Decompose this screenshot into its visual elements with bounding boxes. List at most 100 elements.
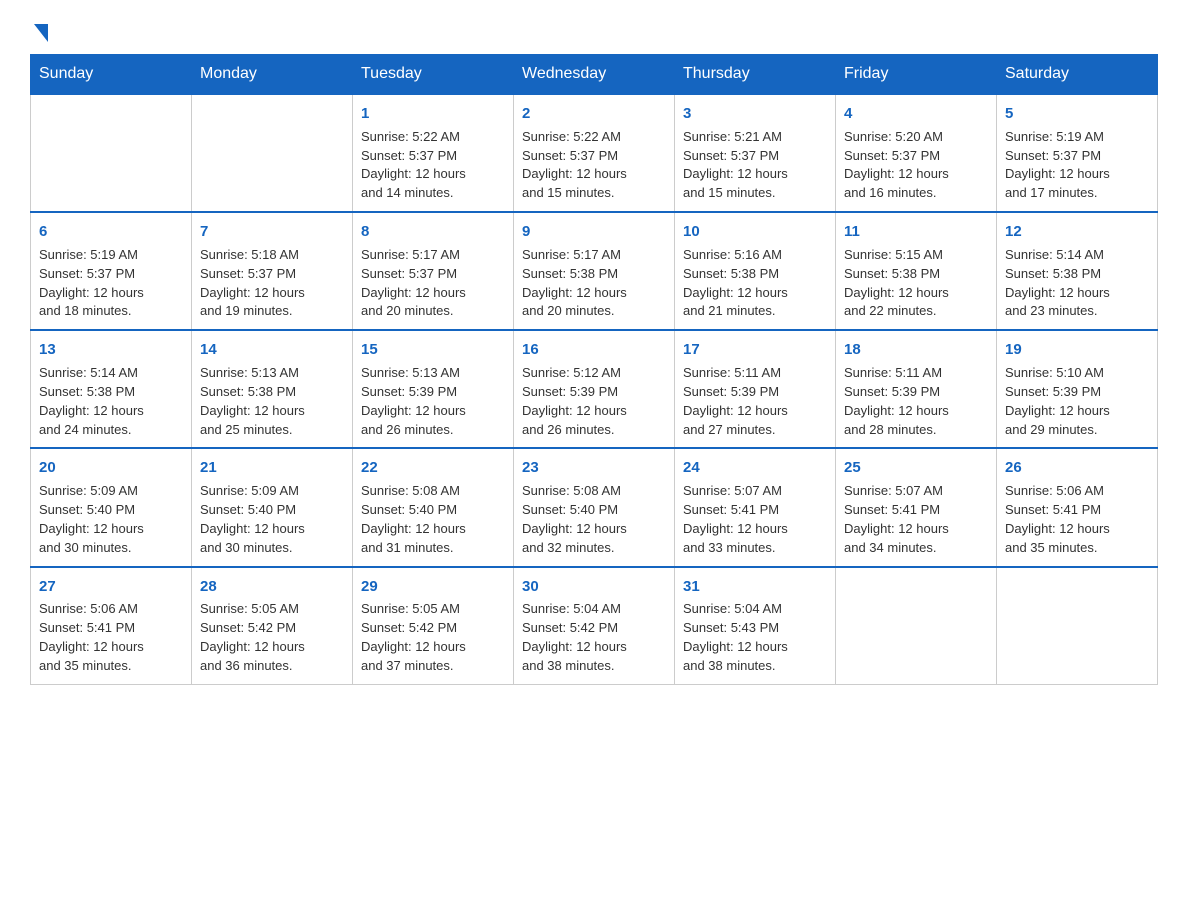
day-number: 25: [844, 457, 988, 479]
calendar-cell: 13 Sunrise: 5:14 AMSunset: 5:38 PMDayligh…: [31, 330, 192, 448]
day-info: Sunrise: 5:08 AMSunset: 5:40 PMDaylight:…: [522, 482, 666, 557]
calendar-cell: 30Sunrise: 5:04 AMSunset: 5:42 PMDayligh…: [514, 567, 675, 685]
day-number: 17: [683, 339, 827, 361]
calendar-cell: 4 Sunrise: 5:20 AMSunset: 5:37 PMDaylight…: [836, 94, 997, 212]
day-number: 12: [1005, 221, 1149, 243]
calendar-cell: 12 Sunrise: 5:14 AMSunset: 5:38 PMDayligh…: [997, 212, 1158, 330]
day-info: Sunrise: 5:11 AMSunset: 5:39 PMDaylight:…: [844, 364, 988, 439]
day-number: 19: [1005, 339, 1149, 361]
logo: [30, 20, 48, 34]
day-info: Sunrise: 5:05 AMSunset: 5:42 PMDaylight:…: [200, 600, 344, 675]
day-info: Sunrise: 5:06 AMSunset: 5:41 PMDaylight:…: [39, 600, 183, 675]
day-info: Sunrise: 5:12 AMSunset: 5:39 PMDaylight:…: [522, 364, 666, 439]
calendar-cell: [192, 94, 353, 212]
day-info: Sunrise: 5:22 AMSunset: 5:37 PMDaylight:…: [361, 128, 505, 203]
calendar-cell: 17Sunrise: 5:11 AMSunset: 5:39 PMDayligh…: [675, 330, 836, 448]
day-info: Sunrise: 5:18 AMSunset: 5:37 PMDaylight:…: [200, 246, 344, 321]
day-info: Sunrise: 5:20 AMSunset: 5:37 PMDaylight:…: [844, 128, 988, 203]
day-number: 10: [683, 221, 827, 243]
calendar-cell: 23 Sunrise: 5:08 AMSunset: 5:40 PMDayligh…: [514, 448, 675, 566]
calendar-cell: 16 Sunrise: 5:12 AMSunset: 5:39 PMDayligh…: [514, 330, 675, 448]
day-number: 23: [522, 457, 666, 479]
calendar-cell: 26Sunrise: 5:06 AMSunset: 5:41 PMDayligh…: [997, 448, 1158, 566]
day-number: 2: [522, 103, 666, 125]
page-header: [30, 20, 1158, 34]
day-number: 22: [361, 457, 505, 479]
calendar-cell: 31Sunrise: 5:04 AMSunset: 5:43 PMDayligh…: [675, 567, 836, 685]
calendar-cell: 9 Sunrise: 5:17 AMSunset: 5:38 PMDaylight…: [514, 212, 675, 330]
calendar-cell: 7 Sunrise: 5:18 AMSunset: 5:37 PMDaylight…: [192, 212, 353, 330]
day-number: 11: [844, 221, 988, 243]
day-number: 1: [361, 103, 505, 125]
header-day-sunday: Sunday: [31, 55, 192, 95]
header-day-friday: Friday: [836, 55, 997, 95]
logo-arrow-icon: [34, 24, 48, 42]
day-info: Sunrise: 5:08 AMSunset: 5:40 PMDaylight:…: [361, 482, 505, 557]
calendar-cell: 6Sunrise: 5:19 AMSunset: 5:37 PMDaylight…: [31, 212, 192, 330]
day-info: Sunrise: 5:05 AMSunset: 5:42 PMDaylight:…: [361, 600, 505, 675]
day-info: Sunrise: 5:15 AMSunset: 5:38 PMDaylight:…: [844, 246, 988, 321]
day-info: Sunrise: 5:04 AMSunset: 5:43 PMDaylight:…: [683, 600, 827, 675]
day-info: Sunrise: 5:17 AMSunset: 5:38 PMDaylight:…: [522, 246, 666, 321]
calendar-cell: 21 Sunrise: 5:09 AMSunset: 5:40 PMDayligh…: [192, 448, 353, 566]
day-info: Sunrise: 5:09 AMSunset: 5:40 PMDaylight:…: [39, 482, 183, 557]
header-day-monday: Monday: [192, 55, 353, 95]
day-info: Sunrise: 5:19 AMSunset: 5:37 PMDaylight:…: [1005, 128, 1149, 203]
day-number: 6: [39, 221, 183, 243]
day-info: Sunrise: 5:14 AMSunset: 5:38 PMDaylight:…: [1005, 246, 1149, 321]
calendar-cell: 14 Sunrise: 5:13 AMSunset: 5:38 PMDayligh…: [192, 330, 353, 448]
day-number: 21: [200, 457, 344, 479]
header-day-wednesday: Wednesday: [514, 55, 675, 95]
day-number: 20: [39, 457, 183, 479]
calendar-cell: 2 Sunrise: 5:22 AMSunset: 5:37 PMDaylight…: [514, 94, 675, 212]
day-info: Sunrise: 5:09 AMSunset: 5:40 PMDaylight:…: [200, 482, 344, 557]
day-info: Sunrise: 5:22 AMSunset: 5:37 PMDaylight:…: [522, 128, 666, 203]
calendar-cell: 19 Sunrise: 5:10 AMSunset: 5:39 PMDayligh…: [997, 330, 1158, 448]
day-number: 31: [683, 576, 827, 598]
header-day-saturday: Saturday: [997, 55, 1158, 95]
calendar-week-row: 6Sunrise: 5:19 AMSunset: 5:37 PMDaylight…: [31, 212, 1158, 330]
calendar-header-row: SundayMondayTuesdayWednesdayThursdayFrid…: [31, 55, 1158, 95]
calendar-cell: 20 Sunrise: 5:09 AMSunset: 5:40 PMDayligh…: [31, 448, 192, 566]
calendar-cell: 10 Sunrise: 5:16 AMSunset: 5:38 PMDayligh…: [675, 212, 836, 330]
day-info: Sunrise: 5:10 AMSunset: 5:39 PMDaylight:…: [1005, 364, 1149, 439]
day-number: 9: [522, 221, 666, 243]
day-number: 30: [522, 576, 666, 598]
calendar-cell: 5 Sunrise: 5:19 AMSunset: 5:37 PMDaylight…: [997, 94, 1158, 212]
day-number: 5: [1005, 103, 1149, 125]
calendar-week-row: 13 Sunrise: 5:14 AMSunset: 5:38 PMDayligh…: [31, 330, 1158, 448]
day-info: Sunrise: 5:07 AMSunset: 5:41 PMDaylight:…: [844, 482, 988, 557]
calendar-cell: [836, 567, 997, 685]
day-info: Sunrise: 5:04 AMSunset: 5:42 PMDaylight:…: [522, 600, 666, 675]
calendar-cell: 29Sunrise: 5:05 AMSunset: 5:42 PMDayligh…: [353, 567, 514, 685]
calendar-week-row: 20 Sunrise: 5:09 AMSunset: 5:40 PMDayligh…: [31, 448, 1158, 566]
calendar-cell: 22 Sunrise: 5:08 AMSunset: 5:40 PMDayligh…: [353, 448, 514, 566]
day-number: 24: [683, 457, 827, 479]
calendar-cell: 18 Sunrise: 5:11 AMSunset: 5:39 PMDayligh…: [836, 330, 997, 448]
calendar-cell: 11 Sunrise: 5:15 AMSunset: 5:38 PMDayligh…: [836, 212, 997, 330]
calendar-cell: 8Sunrise: 5:17 AMSunset: 5:37 PMDaylight…: [353, 212, 514, 330]
calendar-cell: [31, 94, 192, 212]
day-info: Sunrise: 5:14 AMSunset: 5:38 PMDaylight:…: [39, 364, 183, 439]
day-number: 4: [844, 103, 988, 125]
day-number: 16: [522, 339, 666, 361]
day-number: 13: [39, 339, 183, 361]
day-number: 14: [200, 339, 344, 361]
day-number: 15: [361, 339, 505, 361]
calendar-cell: 3Sunrise: 5:21 AMSunset: 5:37 PMDaylight…: [675, 94, 836, 212]
day-info: Sunrise: 5:07 AMSunset: 5:41 PMDaylight:…: [683, 482, 827, 557]
day-info: Sunrise: 5:13 AMSunset: 5:38 PMDaylight:…: [200, 364, 344, 439]
day-info: Sunrise: 5:21 AMSunset: 5:37 PMDaylight:…: [683, 128, 827, 203]
day-number: 27: [39, 576, 183, 598]
calendar-cell: 27Sunrise: 5:06 AMSunset: 5:41 PMDayligh…: [31, 567, 192, 685]
calendar-week-row: 1 Sunrise: 5:22 AMSunset: 5:37 PMDaylight…: [31, 94, 1158, 212]
day-number: 7: [200, 221, 344, 243]
calendar-cell: 15Sunrise: 5:13 AMSunset: 5:39 PMDayligh…: [353, 330, 514, 448]
day-number: 28: [200, 576, 344, 598]
day-info: Sunrise: 5:17 AMSunset: 5:37 PMDaylight:…: [361, 246, 505, 321]
day-number: 26: [1005, 457, 1149, 479]
day-info: Sunrise: 5:16 AMSunset: 5:38 PMDaylight:…: [683, 246, 827, 321]
day-number: 18: [844, 339, 988, 361]
header-day-thursday: Thursday: [675, 55, 836, 95]
calendar-cell: [997, 567, 1158, 685]
